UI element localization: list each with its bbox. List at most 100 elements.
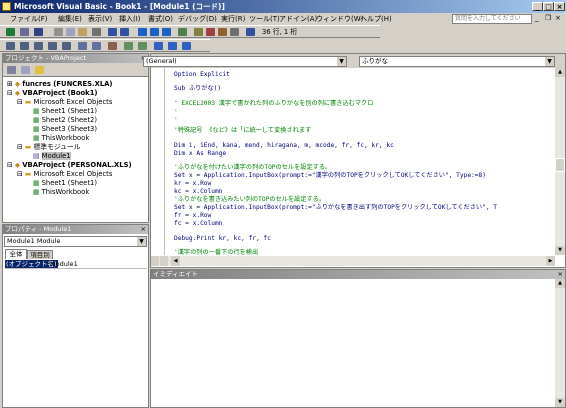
quick-info-icon[interactable]: [34, 42, 43, 50]
tree-item[interactable]: ⊟ ▬ Microsoft Excel Objects: [17, 98, 112, 107]
full-module-view-icon[interactable]: [160, 256, 168, 266]
menu-edit[interactable]: 編集(E): [58, 14, 82, 24]
code-line[interactable]: Set x = Application.InputBox(prompt:="漢字…: [174, 172, 486, 180]
toolbox-icon[interactable]: [230, 28, 239, 36]
code-line[interactable]: Option Explicit: [174, 71, 230, 79]
view-object-icon[interactable]: [21, 66, 30, 74]
code-line[interactable]: fc = x.Column: [174, 220, 222, 228]
object-selector[interactable]: Module1 Module ▼: [4, 236, 147, 247]
properties-panel-close-icon[interactable]: ×: [141, 225, 146, 234]
tree-item[interactable]: ⊟ ▬ Microsoft Excel Objects: [17, 170, 112, 179]
code-line[interactable]: ': [174, 109, 178, 117]
next-bookmark-icon[interactable]: [168, 42, 177, 50]
procedure-view-icon[interactable]: [151, 256, 159, 266]
chevron-down-icon[interactable]: ▼: [137, 237, 146, 246]
scroll-down-arrow-icon[interactable]: ▼: [555, 246, 565, 255]
tree-item[interactable]: ▦ Sheet1 (Sheet1): [33, 107, 97, 116]
design-mode-icon[interactable]: [178, 28, 187, 36]
toggle-folders-icon[interactable]: [35, 66, 44, 74]
list-constants-icon[interactable]: [20, 42, 29, 50]
code-line[interactable]: Set x = Application.InputBox(prompt:="ふり…: [174, 204, 558, 212]
menu-file[interactable]: ファイル(F): [10, 14, 48, 24]
comment-block-icon[interactable]: [124, 42, 133, 50]
scroll-left-arrow-icon[interactable]: ◀: [171, 256, 180, 266]
outdent-icon[interactable]: [92, 42, 101, 50]
menu-window[interactable]: ウィンドウ(W): [316, 14, 363, 24]
tree-item[interactable]: ▦ Sheet1 (Sheet1): [33, 179, 97, 188]
object-combo[interactable]: (General) ▼: [143, 56, 347, 67]
cut-icon[interactable]: [54, 28, 63, 36]
tree-item[interactable]: ⊟ ▬ 標準モジュール: [17, 143, 81, 152]
minimize-button[interactable]: _: [532, 2, 543, 11]
scroll-down-arrow-icon[interactable]: ▼: [555, 398, 565, 407]
menu-run[interactable]: 実行(R): [221, 14, 245, 24]
project-explorer-icon[interactable]: [194, 28, 203, 36]
redo-icon[interactable]: [120, 28, 129, 36]
complete-word-icon[interactable]: [62, 42, 71, 50]
tree-item[interactable]: ⊟ ◆ VBAProject (Book1): [7, 89, 98, 98]
code-line[interactable]: kr = x.Row: [174, 180, 211, 188]
close-button[interactable]: ×: [554, 2, 565, 11]
menu-tools[interactable]: ツール(T): [249, 14, 280, 24]
code-line[interactable]: fr = x.Row: [174, 212, 211, 220]
tab-alphabetic[interactable]: 全体: [5, 249, 27, 259]
procedure-combo[interactable]: ふりがな ▼: [359, 56, 555, 67]
mdi-close-button[interactable]: ×: [555, 15, 563, 23]
code-line[interactable]: 'ふりがなを付けたい漢字の列のTOPのセルを設定する。: [174, 164, 331, 172]
reset-icon[interactable]: [162, 28, 171, 36]
tree-item[interactable]: ▤ Module1: [33, 152, 71, 161]
chevron-down-icon[interactable]: ▼: [337, 57, 346, 66]
menu-format[interactable]: 書式(O): [148, 14, 173, 24]
bookmark-icon[interactable]: [154, 42, 163, 50]
tree-item[interactable]: ⊟ ◆ VBAProject (PERSONAL.XLS): [7, 161, 132, 170]
scroll-right-arrow-icon[interactable]: ▶: [546, 256, 555, 266]
toggle-breakpoint-icon[interactable]: [108, 42, 117, 50]
code-line[interactable]: Sub ふりがな(): [174, 85, 221, 93]
mdi-restore-button[interactable]: ❐: [545, 15, 553, 23]
immediate-vertical-scrollbar[interactable]: ▲ ▼: [555, 279, 565, 407]
code-line[interactable]: Dim x As Range: [174, 150, 226, 158]
paste-icon[interactable]: [78, 28, 87, 36]
excel-view-icon[interactable]: [6, 28, 15, 36]
horizontal-scrollbar[interactable]: ◀ ▶: [151, 256, 555, 266]
tab-categorized[interactable]: 項目別: [27, 250, 53, 259]
view-code-icon[interactable]: [7, 66, 16, 74]
code-line[interactable]: '特殊記号 《など》は「に統一して変換されます: [174, 127, 311, 135]
code-line[interactable]: 'ふりがなを書き込みたい列のTOPのセルを設定する。: [174, 196, 325, 204]
code-line[interactable]: ': [174, 117, 178, 125]
scroll-thumb[interactable]: [555, 158, 565, 172]
save-icon[interactable]: [34, 28, 43, 36]
parameter-info-icon[interactable]: [48, 42, 57, 50]
mdi-minimize-button[interactable]: _: [535, 15, 543, 23]
chevron-down-icon[interactable]: ▼: [545, 57, 554, 66]
find-icon[interactable]: [92, 28, 101, 36]
scroll-up-arrow-icon[interactable]: ▲: [555, 279, 565, 288]
property-value[interactable]: Module1: [50, 260, 78, 269]
list-properties-icon[interactable]: [6, 42, 15, 50]
object-browser-icon[interactable]: [218, 28, 227, 36]
tree-item[interactable]: ⊞ ◆ funcres (FUNCRES.XLA): [7, 80, 113, 89]
help-icon[interactable]: [246, 28, 255, 36]
prev-bookmark-icon[interactable]: [182, 42, 191, 50]
help-search-input[interactable]: 質問を入力してください: [452, 14, 532, 24]
tree-item[interactable]: ▦ Sheet2 (Sheet2): [33, 116, 97, 125]
tree-item[interactable]: ▦ ThisWorkbook: [33, 188, 89, 197]
indent-icon[interactable]: [78, 42, 87, 50]
menu-help[interactable]: ヘルプ(H): [360, 14, 392, 24]
menu-addins[interactable]: アドイン(A): [279, 14, 317, 24]
code-line[interactable]: '漢字の列の一番下の行を検出: [174, 249, 258, 257]
insert-module-icon[interactable]: [20, 28, 29, 36]
tree-item[interactable]: ▦ Sheet3 (Sheet3): [33, 125, 97, 134]
vertical-scrollbar[interactable]: ▲ ▼: [555, 68, 565, 255]
immediate-input[interactable]: [151, 279, 555, 407]
code-line[interactable]: kc = x.Column: [174, 188, 222, 196]
maximize-button[interactable]: □: [543, 2, 554, 11]
code-line[interactable]: Dim i, iEnd, kana, mend, hiragana, m, mc…: [174, 142, 394, 150]
break-icon[interactable]: [150, 28, 159, 36]
menu-insert[interactable]: 挿入(I): [119, 14, 141, 24]
uncomment-block-icon[interactable]: [138, 42, 147, 50]
menu-view[interactable]: 表示(V): [88, 14, 112, 24]
code-line[interactable]: Debug.Print kr, kc, fr, fc: [174, 235, 271, 243]
code-line[interactable]: ' EXCEL2003 漢字で書かれた列のふりがなを別の列に書き込むマクロ: [174, 100, 373, 108]
property-row[interactable]: (オブジェクト名) Module1: [5, 260, 147, 269]
